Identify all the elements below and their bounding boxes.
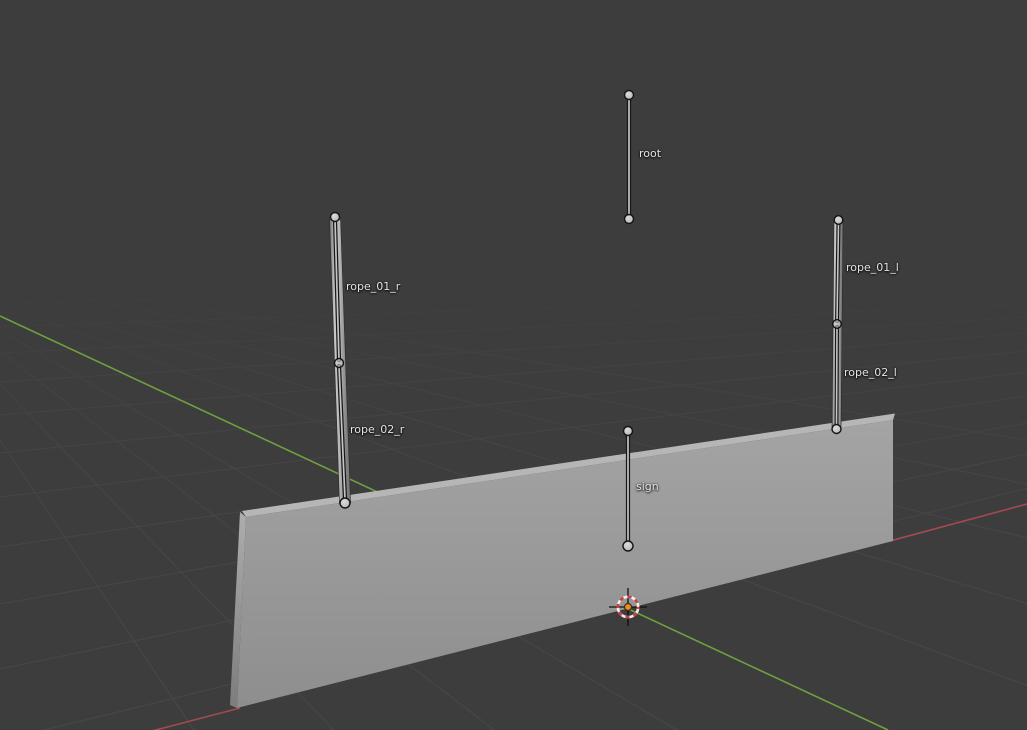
scene-canvas[interactable]	[0, 0, 1027, 730]
3d-viewport[interactable]: root rope_01_r rope_02_r rope_01_l rope_…	[0, 0, 1027, 730]
